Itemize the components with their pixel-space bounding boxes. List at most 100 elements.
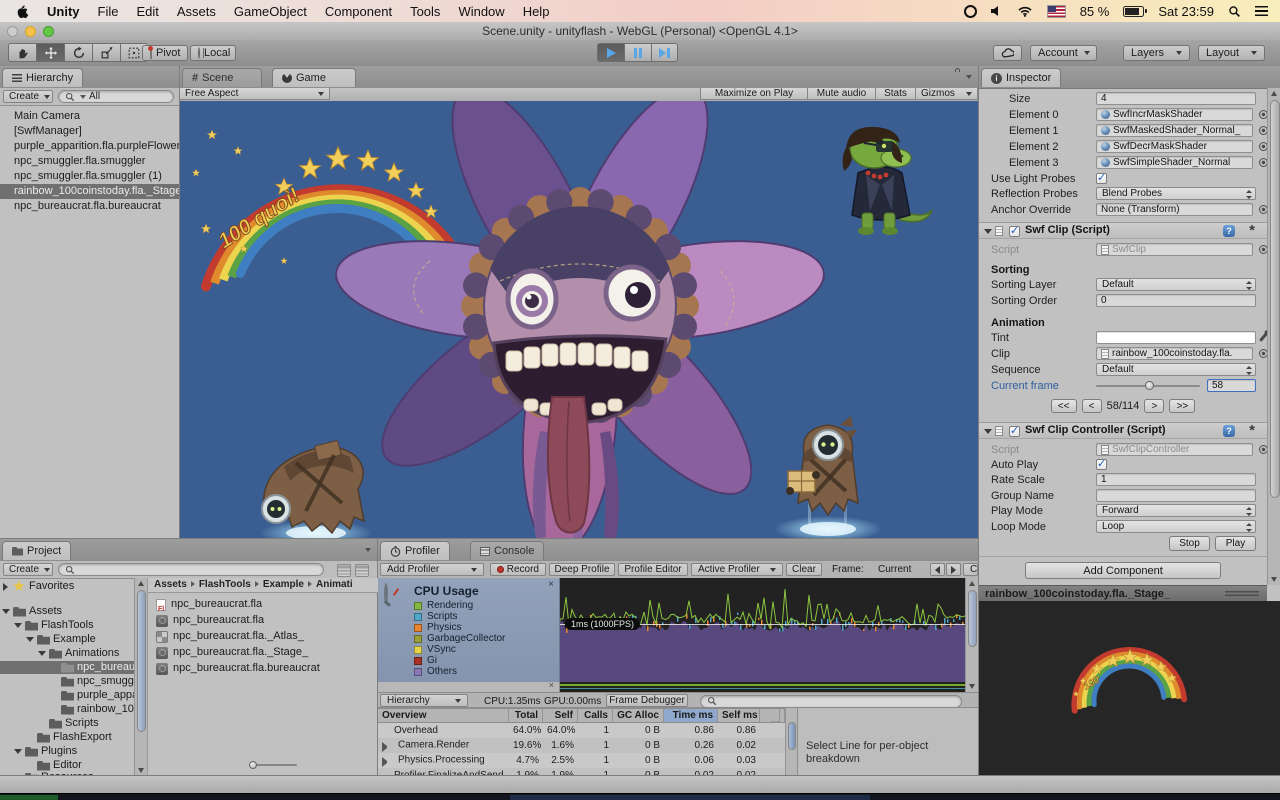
tab-project[interactable]: Project <box>2 541 71 560</box>
frame-first-button[interactable]: << <box>1051 399 1077 413</box>
scroll-down-icon[interactable] <box>138 768 144 773</box>
breadcrumb-flashtools[interactable]: FlashTools <box>199 579 251 590</box>
hierarchy-item-selected[interactable]: rainbow_100coinstoday.fla._Stage <box>0 184 179 199</box>
foldout-icon[interactable] <box>26 637 34 642</box>
close-icon[interactable]: × <box>549 680 554 690</box>
tab-game[interactable]: Game <box>272 68 356 87</box>
breadcrumb-example[interactable]: Example <box>263 579 304 590</box>
file-item[interactable]: npc_bureaucrat.fla <box>148 613 379 628</box>
foldout-icon[interactable] <box>984 429 992 434</box>
project-tree-scrollbar[interactable] <box>134 578 147 776</box>
local-toggle-button[interactable]: Local <box>190 45 236 61</box>
file-item[interactable]: npc_bureaucrat.fla._Atlas_ <box>148 629 379 644</box>
element-1-field[interactable]: SwfMaskedShader_Normal_ <box>1096 124 1253 137</box>
breadcrumb-animations[interactable]: Animati <box>316 579 353 590</box>
anchor-override-field[interactable]: None (Transform) <box>1096 203 1253 216</box>
foldout-icon[interactable] <box>382 742 395 752</box>
tree-item-npc-smuggler[interactable]: npc_smuggle <box>0 675 134 688</box>
file-item[interactable]: npc_bureaucrat.fla.bureaucrat <box>148 661 379 676</box>
current-frame-slider[interactable] <box>1096 385 1200 387</box>
foldout-icon[interactable] <box>2 609 10 614</box>
help-icon[interactable] <box>1223 425 1235 437</box>
legend-item[interactable]: Physics <box>414 622 461 633</box>
profiler-chart-scrollbar[interactable] <box>965 578 978 692</box>
apple-menu-icon[interactable] <box>16 4 29 19</box>
layers-dropdown[interactable]: Layers <box>1123 45 1190 61</box>
file-item[interactable]: npc_bureaucrat.fla <box>148 597 379 612</box>
aspect-dropdown[interactable]: Free Aspect <box>180 88 330 100</box>
legend-item[interactable]: Gi <box>414 655 437 666</box>
profiler-table-header[interactable]: Overview Total Self Calls GC Alloc Time … <box>378 708 785 723</box>
hierarchy-item[interactable]: [SwfManager] <box>0 124 179 139</box>
profiler-col-time[interactable]: Time ms <box>664 709 718 722</box>
play-button[interactable] <box>597 43 624 62</box>
current-frame-field[interactable]: 58 <box>1207 379 1256 392</box>
step-button[interactable] <box>651 43 678 62</box>
col-warnings[interactable] <box>760 709 785 722</box>
tree-item-favorites[interactable]: Favorites <box>0 580 134 593</box>
size-field[interactable]: 4 <box>1096 92 1256 105</box>
profile-editor-toggle[interactable]: Profile Editor <box>618 563 688 576</box>
foldout-icon[interactable] <box>14 623 22 628</box>
scale-tool-button[interactable] <box>92 43 120 62</box>
volume-icon[interactable] <box>991 5 1003 17</box>
hand-tool-button[interactable] <box>8 43 36 62</box>
deep-profile-toggle[interactable]: Deep Profile <box>549 563 615 576</box>
element-2-field[interactable]: SwfDecrMaskShader <box>1096 140 1253 153</box>
hierarchy-item[interactable]: npc_bureaucrat.fla.bureaucrat <box>0 199 179 214</box>
component-enabled-checkbox[interactable] <box>1009 226 1020 237</box>
move-tool-button[interactable] <box>36 43 64 62</box>
menu-window[interactable]: Window <box>458 4 504 19</box>
pivot-toggle-button[interactable]: Pivot <box>142 45 188 61</box>
project-create-button[interactable]: Create <box>3 563 53 576</box>
current-frame-button[interactable]: Cu <box>963 563 978 576</box>
scroll-up-icon[interactable] <box>969 581 975 586</box>
play-clip-button[interactable]: Play <box>1215 536 1256 551</box>
hierarchy-mode-dropdown[interactable]: Hierarchy <box>380 694 468 707</box>
scroll-down-icon[interactable] <box>1271 577 1277 582</box>
slider-knob[interactable] <box>249 761 257 769</box>
hierarchy-create-button[interactable]: Create <box>3 90 53 103</box>
pause-button[interactable] <box>624 43 651 62</box>
tab-console[interactable]: Console <box>470 541 544 560</box>
preview-viewport[interactable]: 100 <box>979 601 1280 775</box>
tint-color-swatch[interactable] <box>1096 331 1256 344</box>
account-dropdown[interactable]: Account <box>1030 45 1097 61</box>
swf-clip-controller-component-header[interactable]: Swf Clip Controller (Script) <box>979 422 1267 439</box>
use-light-probes-checkbox[interactable] <box>1096 173 1107 184</box>
swf-clip-component-header[interactable]: Swf Clip (Script) <box>979 222 1267 239</box>
col-total[interactable]: Total <box>509 709 543 722</box>
inspector-scrollbar[interactable] <box>1267 88 1280 585</box>
tree-item-rainbow[interactable]: rainbow_100c <box>0 703 134 716</box>
element-3-field[interactable]: SwfSimpleShader_Normal <box>1096 156 1253 169</box>
breadcrumb-assets[interactable]: Assets <box>154 579 187 590</box>
legend-item[interactable]: Rendering <box>414 600 473 611</box>
close-icon[interactable]: × <box>548 579 554 590</box>
rate-scale-field[interactable]: 1 <box>1096 473 1256 486</box>
auto-play-checkbox[interactable] <box>1096 459 1107 470</box>
col-self-ms[interactable]: Self ms <box>718 709 760 722</box>
tree-item-npc-bureaucrat[interactable]: npc_bureaucr <box>0 661 134 674</box>
next-frame-button[interactable] <box>946 563 961 576</box>
menu-gameobject[interactable]: GameObject <box>234 4 307 19</box>
help-icon[interactable] <box>1223 225 1235 237</box>
tree-item-flashtools[interactable]: FlashTools <box>0 619 134 632</box>
drag-handle-icon[interactable] <box>1225 591 1259 597</box>
frame-last-button[interactable]: >> <box>1169 399 1195 413</box>
menu-assets[interactable]: Assets <box>177 4 216 19</box>
foldout-icon[interactable] <box>984 229 992 234</box>
foldout-icon[interactable] <box>38 651 46 656</box>
stats-toggle[interactable]: Stats <box>876 88 916 100</box>
battery-icon[interactable] <box>1123 6 1144 17</box>
record-toggle[interactable]: Record <box>490 563 546 576</box>
maximize-on-play-toggle[interactable]: Maximize on Play <box>700 88 808 100</box>
foldout-icon[interactable] <box>3 583 8 591</box>
stop-button[interactable]: Stop <box>1169 536 1210 551</box>
legend-item[interactable]: GarbageCollector <box>414 633 505 644</box>
hierarchy-item[interactable]: Main Camera <box>0 109 179 124</box>
cloud-collab-button[interactable] <box>993 45 1022 61</box>
frame-prev-button[interactable]: < <box>1082 399 1102 413</box>
creative-cloud-icon[interactable] <box>964 5 977 18</box>
tab-hierarchy[interactable]: Hierarchy <box>2 68 83 87</box>
element-0-field[interactable]: SwfIncrMaskShader <box>1096 108 1253 121</box>
